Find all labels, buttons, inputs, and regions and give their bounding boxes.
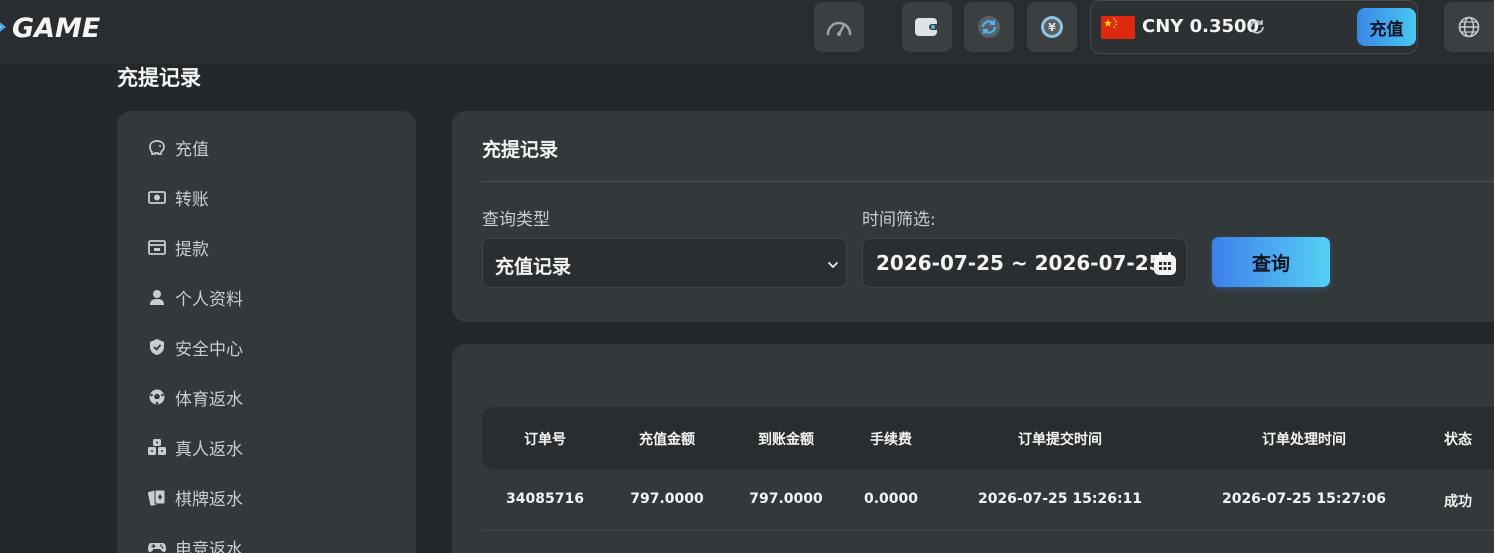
svg-text:¥: ¥ [1048,21,1056,34]
received-amount-cell: 797.0000 [749,491,823,507]
logo[interactable]: GAME [0,10,100,46]
sidebar-item-label: 个人资料 [175,289,243,310]
column-header: 订单提交时间 [1018,432,1102,448]
piggy-bank-icon [149,140,165,155]
deposit-amount-cell: 797.0000 [630,491,704,507]
sidebar-item-label: 棋牌返水 [175,489,243,510]
speedometer-icon [826,21,852,36]
sidebar-item-label: 充值 [175,139,209,160]
sidebar-item-label: 转账 [175,189,209,210]
fee-cell: 0.0000 [863,491,919,507]
shield-icon [150,339,164,355]
dice-icon [148,439,166,455]
column-header: 手续费 [870,432,912,448]
query-button[interactable]: 查询 [1212,237,1330,287]
user-icon [150,290,164,305]
sidebar-item-label: 电竞返水 [175,539,243,553]
sidebar-item-label: 体育返水 [175,389,243,410]
refresh-icon[interactable] [1248,18,1266,40]
sidebar-item-transfer[interactable]: 转账 [147,185,209,210]
sidebar-item-label: 真人返水 [175,439,243,460]
balance-panel: CNY 0.3500 充值 [1090,0,1418,54]
query-type-value: 充值记录 [495,256,572,278]
column-header: 订单号 [524,432,566,448]
table-header: 订单号 充值金额 到账金额 手续费 订单提交时间 订单处理时间 状态 [482,407,1494,469]
sidebar-item-deposit[interactable]: 充值 [147,135,209,160]
sync-icon [978,16,1000,38]
china-flag-icon [1101,16,1135,39]
card-title: 充提记录 [482,139,559,161]
order-id-cell: 34085716 [506,491,584,507]
divider [482,181,1494,182]
chevron-down-icon [826,257,840,276]
language-button[interactable] [1444,2,1494,52]
calendar-icon[interactable] [1152,251,1178,281]
balance-text: CNY 0.3500 [1142,16,1259,37]
sidebar: 充值 转账 提款 个人资料 安全中心 体育返水 真人返水 棋牌返水 电竞返水 [117,111,416,553]
sidebar-item-withdraw[interactable]: 提款 [147,235,209,260]
date-range-picker[interactable]: 2026-07-25 ~ 2026-07-25 [862,238,1187,288]
sidebar-item-label: 提款 [175,239,209,260]
sidebar-item-sports-rebate[interactable]: 体育返水 [147,385,243,410]
sidebar-item-esports-rebate[interactable]: 电竞返水 [147,535,243,553]
query-type-select[interactable]: 充值记录 [482,238,847,288]
speed-test-button[interactable] [814,2,864,52]
cards-icon [147,489,166,506]
column-header: 订单处理时间 [1262,432,1346,448]
records-table-card: 订单号 充值金额 到账金额 手续费 订单提交时间 订单处理时间 状态 34085… [452,344,1494,553]
atm-withdraw-icon [148,240,166,255]
gamepad-icon [148,543,166,553]
process-time-cell: 2026-07-25 15:27:06 [1221,491,1387,507]
date-range-value: 2026-07-25 ~ 2026-07-25 [876,251,1163,275]
table-row: 34085716 797.0000 797.0000 0.0000 2026-0… [482,469,1494,531]
query-type-label: 查询类型 [482,210,550,230]
refresh-balance-button[interactable] [964,2,1014,52]
wallet-button[interactable] [902,2,952,52]
sidebar-item-security[interactable]: 安全中心 [147,335,243,360]
filter-card: 充提记录 查询类型 时间筛选: 充值记录 2026-07-25 ~ 2026-0… [452,111,1494,322]
logo-mark-icon [0,13,10,43]
column-header: 充值金额 [639,432,695,448]
submit-time-cell: 2026-07-25 15:26:11 [977,491,1143,507]
currency-code: CNY [1142,16,1184,37]
top-header: GAME ¥ CNY 0.3500 充值 [0,0,1494,64]
sidebar-item-label: 安全中心 [175,339,243,360]
globe-icon [1458,16,1480,38]
column-header: 状态 [1444,432,1472,448]
money-transfer-icon [148,191,166,204]
currency-button[interactable]: ¥ [1027,2,1077,52]
column-header: 到账金额 [758,432,814,448]
logo-text: GAME [12,12,101,44]
status-cell: 成功 [1444,494,1472,510]
yuan-coin-icon: ¥ [1041,16,1063,38]
wallet-icon [915,18,939,36]
soccer-ball-icon [149,389,165,405]
sidebar-item-cards-rebate[interactable]: 棋牌返水 [147,485,243,510]
page-title: 充提记录 [117,66,201,90]
sidebar-item-live-rebate[interactable]: 真人返水 [147,435,243,460]
deposit-button[interactable]: 充值 [1357,8,1416,46]
sidebar-item-profile[interactable]: 个人资料 [147,285,243,310]
time-filter-label: 时间筛选: [862,210,936,230]
